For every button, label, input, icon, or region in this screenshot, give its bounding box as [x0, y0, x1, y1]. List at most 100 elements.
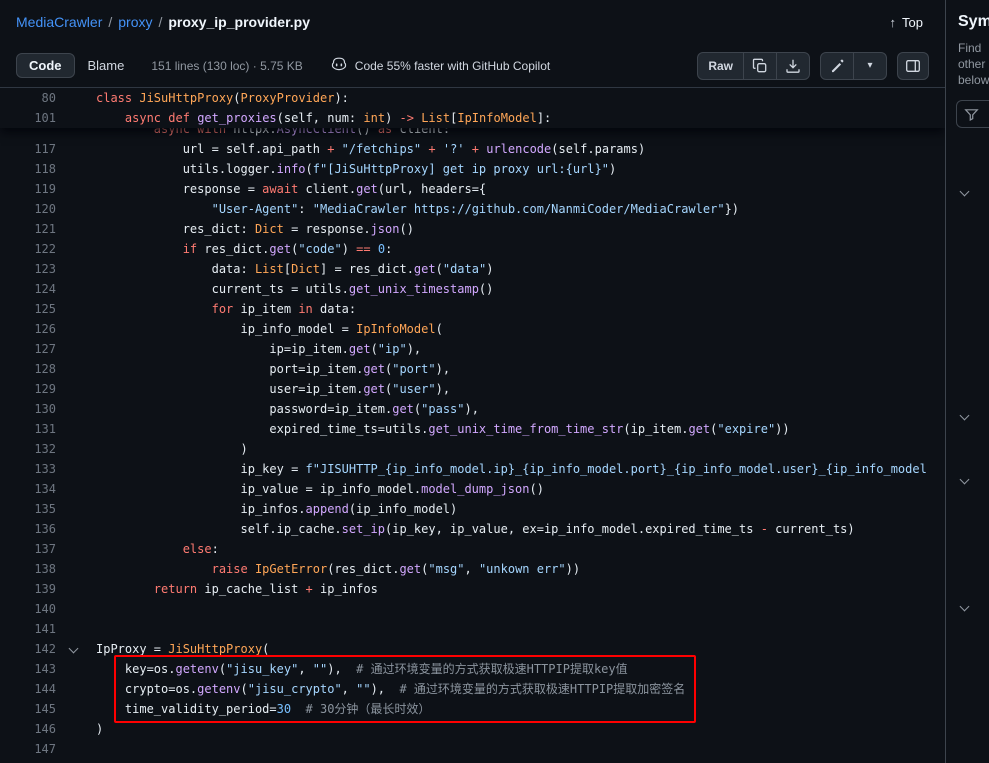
code-line-101: 101 async def get_proxies(self, num: int…	[0, 108, 945, 128]
breadcrumb-bar: MediaCrawler / proxy / proxy_ip_provider…	[0, 0, 945, 44]
code-text: response = await client.get(url, headers…	[96, 179, 945, 199]
line-number[interactable]: 134	[0, 479, 56, 499]
code-line-121: 121 res_dict: Dict = response.json()	[0, 219, 945, 239]
line-number[interactable]: 121	[0, 219, 56, 239]
breadcrumb-file-name: proxy_ip_provider.py	[168, 14, 310, 30]
code-line-119: 119 response = await client.get(url, hea…	[0, 179, 945, 199]
tab-code[interactable]: Code	[16, 53, 75, 78]
code-line-126: 126 ip_info_model = IpInfoModel(	[0, 319, 945, 339]
line-number[interactable]: 139	[0, 579, 56, 599]
edit-file-button[interactable]	[821, 53, 853, 79]
code-line-118: 118 utils.logger.info(f"[JiSuHttpProxy] …	[0, 159, 945, 179]
code-line-147: 147	[0, 739, 945, 759]
code-line-120: 120 "User-Agent": "MediaCrawler https://…	[0, 199, 945, 219]
code-viewer: 80class JiSuHttpProxy(ProxyProvider):101…	[0, 88, 945, 763]
code-line-136: 136 self.ip_cache.set_ip(ip_key, ip_valu…	[0, 519, 945, 539]
tab-blame[interactable]: Blame	[75, 53, 138, 78]
line-number[interactable]: 136	[0, 519, 56, 539]
line-number[interactable]: 141	[0, 619, 56, 639]
line-number[interactable]: 124	[0, 279, 56, 299]
code-text: password=ip_item.get("pass"),	[96, 399, 945, 419]
symbols-desc-line: other	[958, 56, 989, 72]
chevron-down-icon[interactable]	[960, 475, 970, 485]
code-text: data: List[Dict] = res_dict.get("data")	[96, 259, 945, 279]
line-number[interactable]: 135	[0, 499, 56, 519]
code-gutter	[56, 319, 96, 339]
line-number[interactable]: 123	[0, 259, 56, 279]
code-text: class JiSuHttpProxy(ProxyProvider):	[96, 88, 945, 108]
download-raw-file-button[interactable]	[777, 53, 809, 79]
code-gutter	[56, 339, 96, 359]
code-text: expired_time_ts=utils.get_unix_time_from…	[96, 419, 945, 439]
breadcrumb-folder-link[interactable]: proxy	[118, 14, 152, 30]
code-line-117: 117 url = self.api_path + "/fetchips" + …	[0, 139, 945, 159]
code-gutter	[56, 559, 96, 579]
line-number[interactable]: 144	[0, 679, 56, 699]
line-number[interactable]: 129	[0, 379, 56, 399]
code-text	[96, 739, 945, 759]
line-number[interactable]: 125	[0, 299, 56, 319]
download-icon	[785, 58, 801, 74]
code-line-133: 133 ip_key = f"JISUHTTP_{ip_info_model.i…	[0, 459, 945, 479]
code-line-129: 129 user=ip_item.get("user"),	[0, 379, 945, 399]
symbols-filter-input[interactable]	[956, 100, 989, 128]
code-gutter	[56, 699, 96, 719]
breadcrumb-separator: /	[158, 14, 162, 30]
copilot-icon	[331, 56, 347, 75]
code-gutter	[56, 199, 96, 219]
line-number[interactable]: 122	[0, 239, 56, 259]
line-number[interactable]: 119	[0, 179, 56, 199]
code-gutter	[56, 279, 96, 299]
code-line-143: 143 key=os.getenv("jisu_key", ""), # 通过环…	[0, 659, 945, 679]
code-line-116: async with httpx.AsyncClient() as client…	[0, 128, 945, 139]
line-number[interactable]: 101	[0, 108, 56, 128]
raw-copy-download-group: Raw	[697, 52, 810, 80]
copilot-banner[interactable]: Code 55% faster with GitHub Copilot	[331, 56, 550, 75]
line-number[interactable]: 140	[0, 599, 56, 619]
line-number[interactable]: 147	[0, 739, 56, 759]
code-gutter	[56, 639, 96, 659]
line-number[interactable]: 131	[0, 419, 56, 439]
raw-button[interactable]: Raw	[698, 53, 743, 79]
code-gutter	[56, 88, 96, 108]
code-gutter	[56, 379, 96, 399]
line-number[interactable]: 128	[0, 359, 56, 379]
symbols-panel-toggle-button[interactable]	[897, 52, 929, 80]
chevron-down-icon[interactable]	[960, 187, 970, 197]
code-line-128: 128 port=ip_item.get("port"),	[0, 359, 945, 379]
line-number[interactable]: 118	[0, 159, 56, 179]
line-number[interactable]: 145	[0, 699, 56, 719]
sticky-context-lines: 80class JiSuHttpProxy(ProxyProvider):101…	[0, 88, 945, 128]
line-number[interactable]: 142	[0, 639, 56, 659]
code-line-141: 141	[0, 619, 945, 639]
line-number[interactable]: 80	[0, 88, 56, 108]
code-text: crypto=os.getenv("jisu_crypto", ""), # 通…	[96, 679, 945, 699]
code-line-145: 145 time_validity_period=30 # 30分钟（最长时效）	[0, 699, 945, 719]
code-gutter	[56, 499, 96, 519]
code-gutter	[56, 539, 96, 559]
line-number[interactable]: 137	[0, 539, 56, 559]
chevron-down-icon: ▾	[867, 60, 872, 71]
line-number[interactable]: 130	[0, 399, 56, 419]
line-number[interactable]: 120	[0, 199, 56, 219]
code-line-139: 139 return ip_cache_list + ip_infos	[0, 579, 945, 599]
chevron-down-icon[interactable]	[960, 602, 970, 612]
breadcrumb-repo-link[interactable]: MediaCrawler	[16, 14, 102, 30]
line-number[interactable]: 132	[0, 439, 56, 459]
code-text: else:	[96, 539, 945, 559]
code-text: "User-Agent": "MediaCrawler https://gith…	[96, 199, 945, 219]
line-number[interactable]: 146	[0, 719, 56, 739]
line-number[interactable]: 133	[0, 459, 56, 479]
code-line-140: 140	[0, 599, 945, 619]
back-to-top-button[interactable]: ↑ Top	[884, 14, 929, 31]
line-number[interactable]: 143	[0, 659, 56, 679]
line-number[interactable]: 126	[0, 319, 56, 339]
collapse-chevron-icon[interactable]	[69, 644, 79, 654]
line-number[interactable]: 127	[0, 339, 56, 359]
line-number[interactable]: 117	[0, 139, 56, 159]
edit-options-dropdown-button[interactable]: ▾	[854, 53, 886, 79]
symbols-panel: Sym Find other below	[945, 0, 989, 763]
copy-raw-content-button[interactable]	[744, 53, 776, 79]
line-number[interactable]: 138	[0, 559, 56, 579]
chevron-down-icon[interactable]	[960, 411, 970, 421]
